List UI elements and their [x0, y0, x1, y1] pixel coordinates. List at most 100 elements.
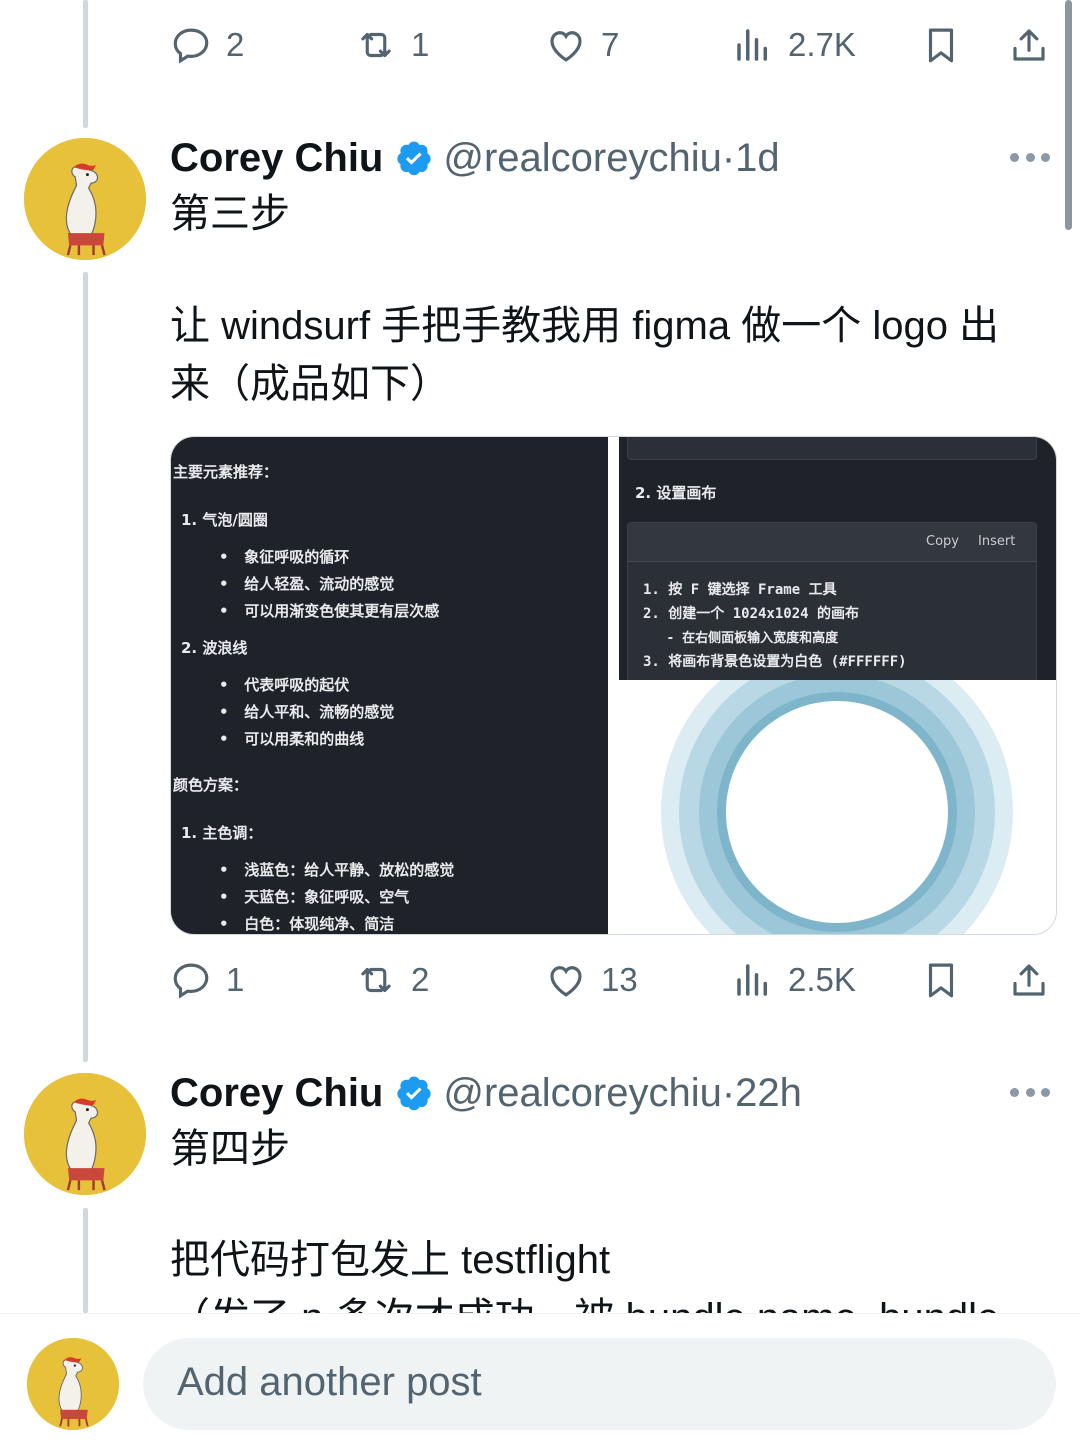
views-count: 2.7K — [788, 26, 856, 63]
author-name[interactable]: Corey Chiu — [170, 136, 383, 181]
verified-badge-icon — [397, 1076, 431, 1111]
like-count: 7 — [601, 26, 620, 63]
post-actions-prev: 2 1 7 2.7K — [170, 15, 1060, 75]
share-button[interactable] — [1008, 15, 1050, 75]
media-text: • 代表呼吸的起伏 — [219, 676, 350, 694]
heart-icon — [550, 966, 582, 997]
reply-icon — [173, 963, 209, 999]
media-text: 2. 波浪线 — [181, 639, 248, 657]
media-text: 2. 设置画布 — [635, 484, 717, 502]
media-text: 1. 气泡/圆圈 — [181, 511, 268, 529]
repost-count: 1 — [411, 26, 430, 63]
avatar[interactable] — [24, 138, 146, 260]
media-bullet: 天蓝色：象征呼吸、空气 — [244, 888, 410, 906]
like-button[interactable]: 7 — [545, 15, 619, 75]
views-icon — [737, 29, 767, 61]
media-text: • 给人轻盈、流动的感觉 — [219, 575, 395, 593]
circle-logo-image — [661, 680, 1013, 934]
insert-button[interactable]: Insert — [978, 534, 1015, 549]
post-header: Corey Chiu @realcoreychiu ·1d — [170, 133, 780, 183]
post-text-line: 让 windsurf 手把手教我用 figma 做一个 logo 出 — [170, 304, 1000, 348]
media-bullet: 可以用渐变色使其更有层次感 — [244, 602, 440, 620]
media-text: • 天蓝色：象征呼吸、空气 — [219, 888, 410, 906]
media-bullet: 给人平和、流畅的感觉 — [244, 703, 395, 721]
post-actions: 1 2 13 2.5K — [170, 950, 1060, 1010]
media-text: • 可以用柔和的曲线 — [219, 730, 365, 748]
media-text: • 给人平和、流畅的感觉 — [219, 703, 395, 721]
bookmark-icon — [928, 28, 954, 63]
media-image-right-top[interactable]: 2. 设置画布 Copy Insert 1. 按 F 键选择 Frame 工具 … — [619, 437, 1056, 682]
media-bullet: 白色：体现纯净、简洁 — [244, 915, 395, 933]
share-icon — [1013, 29, 1045, 61]
post-time[interactable]: ·1d — [722, 136, 780, 181]
reply-count: 1 — [226, 961, 245, 998]
more-options-button[interactable] — [1010, 151, 1050, 163]
post-text-line: 第四步 — [170, 1127, 290, 1171]
author-name[interactable]: Corey Chiu — [170, 1071, 383, 1116]
more-dot — [1025, 1087, 1035, 1097]
reply-button[interactable]: 2 — [170, 15, 244, 75]
code-line: 1. 按 F 键选择 Frame 工具 — [643, 582, 837, 598]
media-text: • 可以用渐变色使其更有层次感 — [219, 602, 440, 620]
media-bullet: 象征呼吸的循环 — [244, 548, 350, 566]
thread-line-bottom — [83, 1208, 88, 1313]
bookmark-button[interactable] — [920, 950, 962, 1010]
media-text: • 浅蓝色：给人平静、放松的感觉 — [219, 861, 455, 879]
like-count: 13 — [601, 961, 638, 998]
media-bullet: 可以用柔和的曲线 — [244, 730, 365, 748]
code-line: - 在右侧面板输入宽度和高度 — [643, 631, 839, 646]
more-dot — [1010, 152, 1019, 162]
code-block-header: Copy Insert — [628, 523, 1036, 562]
media-bullet: 代表呼吸的起伏 — [244, 676, 350, 694]
copy-button[interactable]: Copy — [926, 534, 959, 549]
add-post-input[interactable]: Add another post — [143, 1338, 1056, 1430]
media-bullet: 浅蓝色：给人平静、放松的感觉 — [244, 861, 455, 879]
post-text-line: 第三步 — [170, 192, 290, 236]
polar-bear-avatar-icon — [24, 1073, 146, 1195]
post-text-line: 把代码打包发上 testflight — [170, 1238, 611, 1282]
polar-bear-avatar-icon — [24, 138, 146, 260]
views-button[interactable]: 2.5K — [732, 950, 856, 1010]
more-dot — [1010, 1087, 1019, 1097]
code-box-top-stub — [627, 437, 1037, 460]
views-icon — [737, 964, 767, 996]
share-button[interactable] — [1008, 950, 1050, 1010]
media-text: • 白色：体现纯净、简洁 — [219, 915, 395, 933]
author-handle[interactable]: @realcoreychiu — [443, 1071, 722, 1116]
media-text: • 象征呼吸的循环 — [219, 548, 350, 566]
post-time[interactable]: ·22h — [722, 1071, 802, 1116]
more-dot — [1041, 1087, 1050, 1097]
add-post-placeholder: Add another post — [177, 1360, 482, 1404]
post-media[interactable]: 主要元素推荐： 1. 气泡/圆圈 • 象征呼吸的循环 • 给人轻盈、流动的感觉 … — [170, 436, 1057, 935]
more-dot — [1025, 152, 1035, 162]
media-image-left[interactable]: 主要元素推荐： 1. 气泡/圆圈 • 象征呼吸的循环 • 给人轻盈、流动的感觉 … — [171, 437, 608, 934]
media-text: 主要元素推荐： — [173, 463, 279, 481]
views-count: 2.5K — [788, 961, 856, 998]
repost-button[interactable]: 1 — [355, 15, 429, 75]
media-text: 1. 主色调： — [181, 824, 263, 842]
scrollbar[interactable] — [1065, 0, 1072, 230]
bookmark-button[interactable] — [920, 15, 962, 75]
verified-badge-icon — [397, 141, 431, 176]
compose-avatar — [27, 1338, 119, 1430]
repost-icon — [361, 32, 391, 58]
author-handle[interactable]: @realcoreychiu — [443, 136, 722, 181]
reply-icon — [173, 28, 209, 64]
avatar[interactable] — [24, 1073, 146, 1195]
code-block: Copy Insert 1. 按 F 键选择 Frame 工具 2. 创建一个 … — [627, 522, 1037, 682]
compose-bar: Add another post — [0, 1313, 1080, 1441]
heart-icon — [550, 31, 582, 62]
repost-icon — [361, 967, 391, 993]
post-text-line: 来（成品如下） — [170, 362, 450, 406]
repost-button[interactable]: 2 — [355, 950, 429, 1010]
media-bullet: 给人轻盈、流动的感觉 — [244, 575, 395, 593]
views-button[interactable]: 2.7K — [732, 15, 856, 75]
more-dot — [1041, 152, 1050, 162]
media-image-right-bottom[interactable] — [619, 680, 1056, 934]
more-options-button[interactable] — [1010, 1086, 1050, 1098]
media-text: 颜色方案： — [173, 776, 249, 794]
reply-button[interactable]: 1 — [170, 950, 244, 1010]
repost-count: 2 — [411, 961, 430, 998]
like-button[interactable]: 13 — [545, 950, 638, 1010]
thread-line-top — [83, 0, 88, 128]
